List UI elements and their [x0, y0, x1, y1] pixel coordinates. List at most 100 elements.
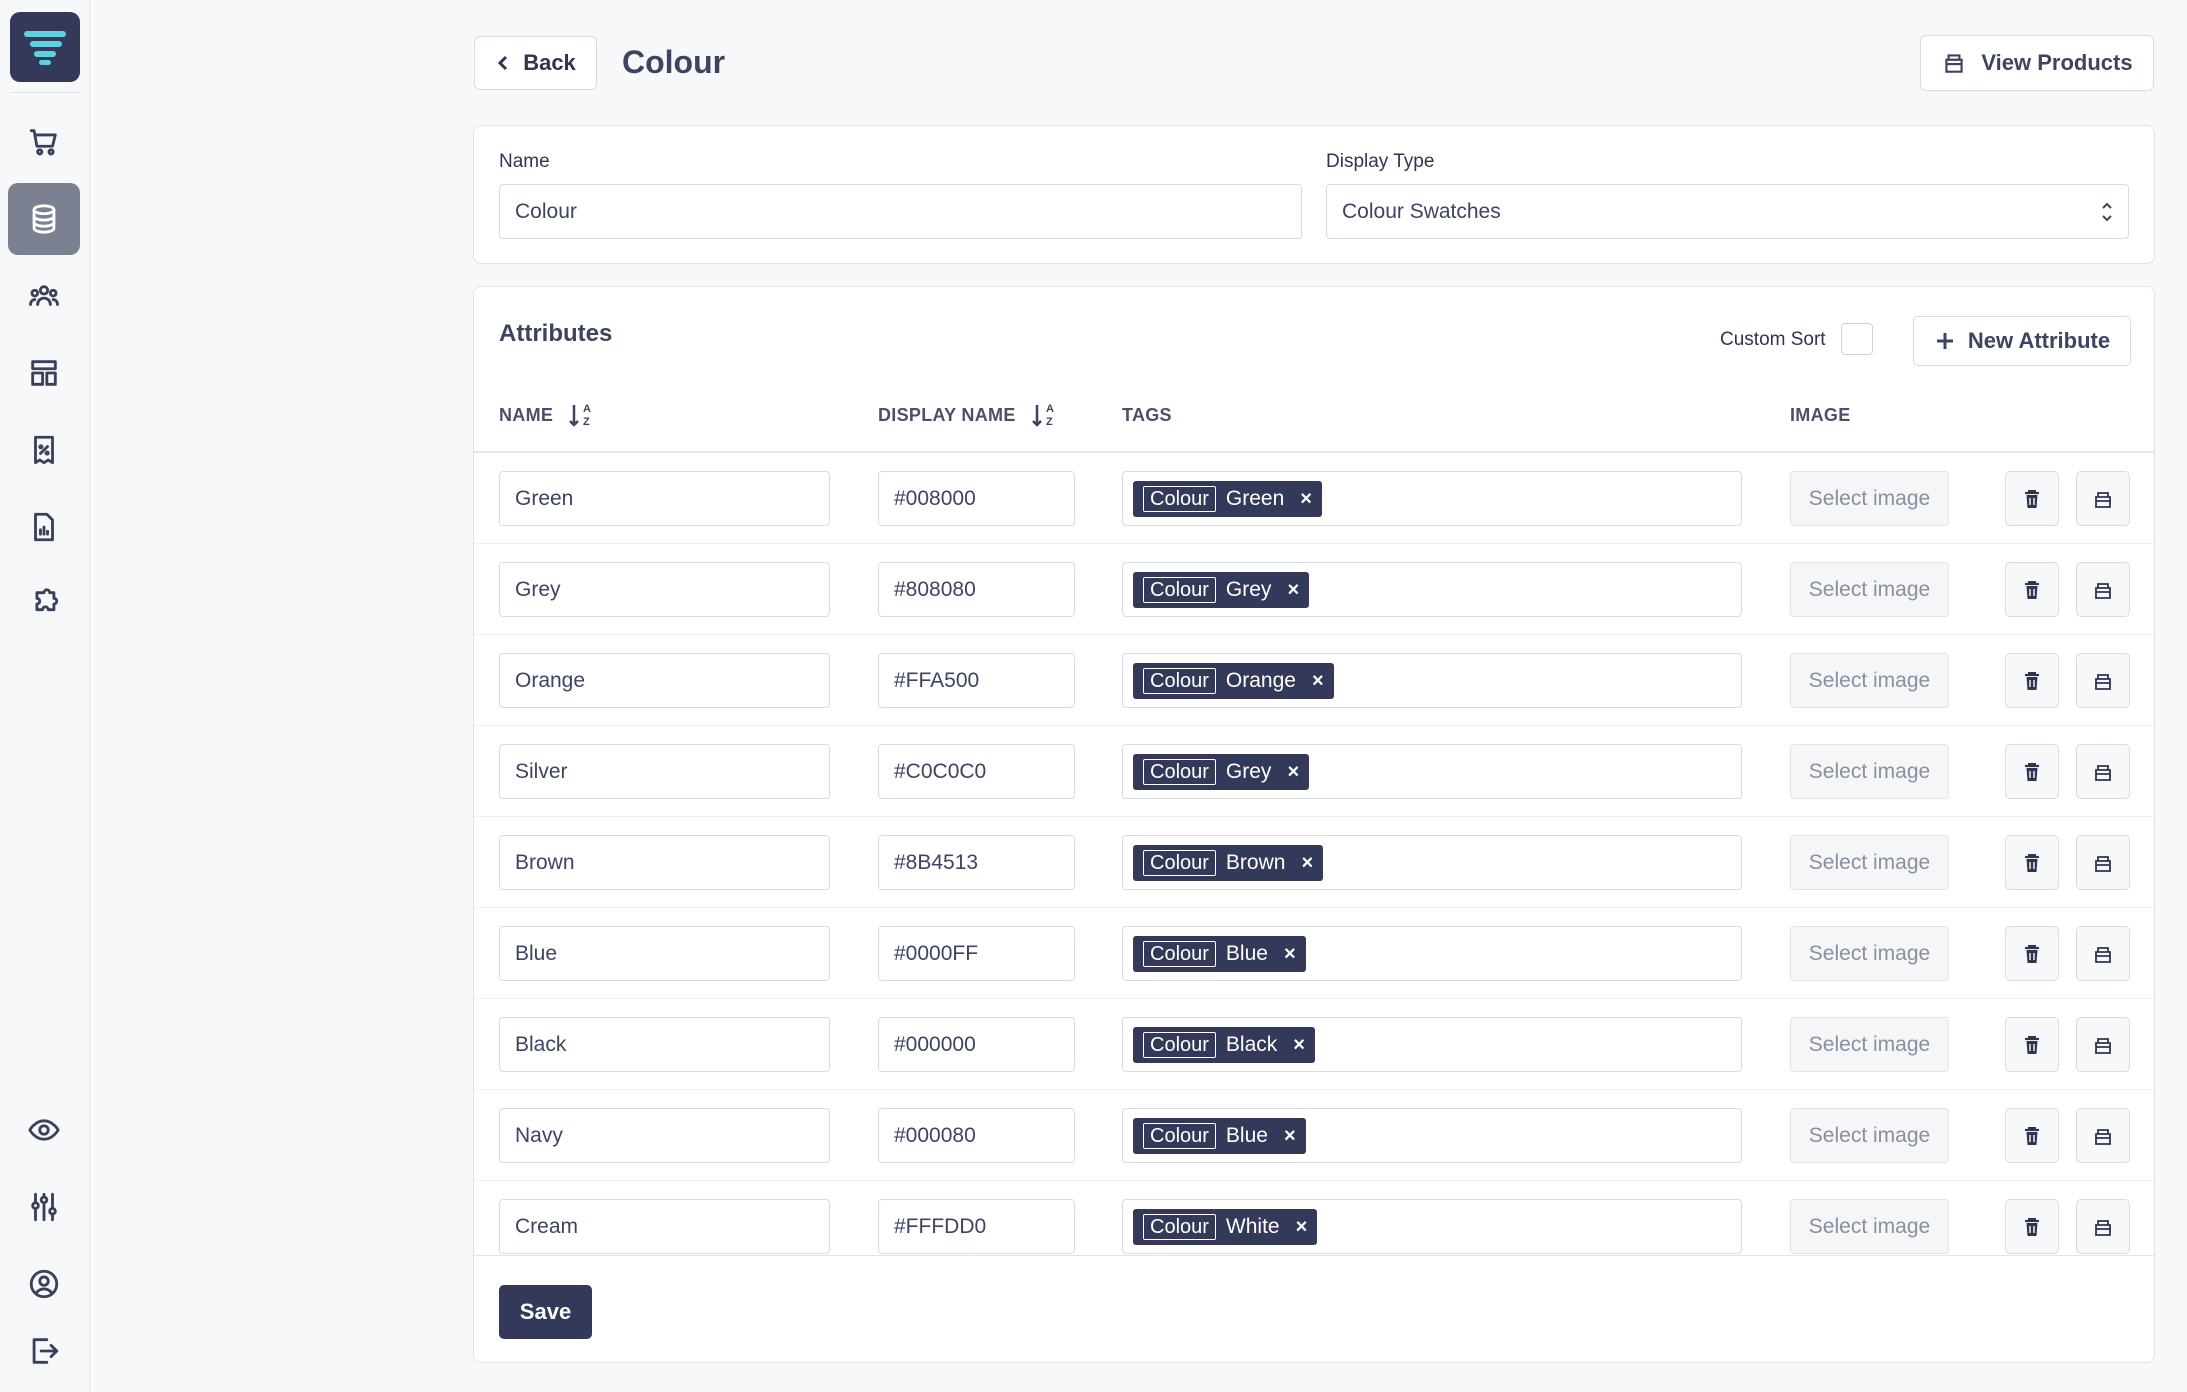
column-header-display-name-label: DISPLAY NAME	[878, 404, 1016, 425]
sidebar-item-discounts[interactable]	[8, 414, 80, 486]
attribute-display-name-input[interactable]: #FFA500	[878, 653, 1075, 708]
column-header-name[interactable]: NAME AZ	[499, 400, 595, 430]
tags-input[interactable]: Colour Grey ×	[1122, 744, 1742, 799]
attribute-display-name-input[interactable]: #008000	[878, 471, 1075, 526]
name-input[interactable]: Colour	[499, 184, 1302, 239]
remove-tag-icon[interactable]: ×	[1284, 1125, 1296, 1148]
attribute-products-button[interactable]	[2076, 744, 2130, 799]
attribute-products-button[interactable]	[2076, 653, 2130, 708]
app-logo[interactable]	[10, 12, 80, 82]
attribute-products-button[interactable]	[2076, 1108, 2130, 1163]
display-type-value: Colour Swatches	[1342, 199, 1501, 223]
attribute-display-name-input[interactable]: #000080	[878, 1108, 1075, 1163]
remove-tag-icon[interactable]: ×	[1301, 852, 1313, 875]
delete-attribute-button[interactable]	[2005, 1108, 2059, 1163]
remove-tag-icon[interactable]: ×	[1296, 1216, 1308, 1239]
attribute-display-name-input[interactable]: #808080	[878, 562, 1075, 617]
select-image-button[interactable]: Select image	[1790, 1017, 1949, 1072]
tags-input[interactable]: Colour Grey ×	[1122, 562, 1742, 617]
delete-attribute-button[interactable]	[2005, 562, 2059, 617]
svg-text:Z: Z	[583, 416, 590, 428]
attribute-name-input[interactable]: Brown	[499, 835, 830, 890]
attribute-products-button[interactable]	[2076, 471, 2130, 526]
attribute-name-input[interactable]: Black	[499, 1017, 830, 1072]
select-image-button[interactable]: Select image	[1790, 1108, 1949, 1163]
delete-attribute-button[interactable]	[2005, 653, 2059, 708]
sidebar-item-catalog[interactable]	[8, 183, 80, 255]
attribute-name-input[interactable]: Orange	[499, 653, 830, 708]
sidebar-item-settings[interactable]	[8, 1171, 80, 1243]
attribute-name-input[interactable]: Green	[499, 471, 830, 526]
tags-input[interactable]: Colour Green ×	[1122, 471, 1742, 526]
select-image-button[interactable]: Select image	[1790, 835, 1949, 890]
sidebar-item-reports[interactable]	[8, 491, 80, 563]
tags-input[interactable]: Colour Blue ×	[1122, 1108, 1742, 1163]
select-image-button[interactable]: Select image	[1790, 1199, 1949, 1254]
remove-tag-icon[interactable]: ×	[1312, 670, 1324, 693]
tag-category: Colour	[1143, 577, 1216, 603]
custom-sort-checkbox[interactable]	[1841, 323, 1873, 355]
attribute-display-name-input[interactable]: #C0C0C0	[878, 744, 1075, 799]
select-image-button[interactable]: Select image	[1790, 471, 1949, 526]
attribute-name-input[interactable]: Blue	[499, 926, 830, 981]
tag-chip: Colour White ×	[1133, 1209, 1318, 1245]
attribute-products-button[interactable]	[2076, 562, 2130, 617]
attribute-products-button[interactable]	[2076, 835, 2130, 890]
svg-text:A: A	[583, 403, 591, 415]
attribute-products-button[interactable]	[2076, 1199, 2130, 1254]
attribute-products-button[interactable]	[2076, 926, 2130, 981]
delete-attribute-button[interactable]	[2005, 926, 2059, 981]
sidebar-item-customers[interactable]	[8, 260, 80, 332]
display-type-select[interactable]: Colour Swatches	[1326, 184, 2129, 239]
attribute-display-name-input[interactable]: #8B4513	[878, 835, 1075, 890]
delete-attribute-button[interactable]	[2005, 471, 2059, 526]
tag-chip: Colour Grey ×	[1133, 754, 1310, 790]
attribute-name-input[interactable]: Grey	[499, 562, 830, 617]
tags-input[interactable]: Colour Black ×	[1122, 1017, 1742, 1072]
view-products-button[interactable]: View Products	[1920, 35, 2154, 91]
attribute-display-name-input[interactable]: #0000FF	[878, 926, 1075, 981]
select-image-button[interactable]: Select image	[1790, 926, 1949, 981]
attribute-name-input[interactable]: Cream	[499, 1199, 830, 1254]
delete-attribute-button[interactable]	[2005, 744, 2059, 799]
new-attribute-button[interactable]: New Attribute	[1913, 316, 2131, 366]
sidebar-item-orders[interactable]	[8, 106, 80, 178]
remove-tag-icon[interactable]: ×	[1293, 1034, 1305, 1057]
sidebar-item-account[interactable]	[8, 1248, 80, 1320]
delete-attribute-button[interactable]	[2005, 835, 2059, 890]
select-image-button[interactable]: Select image	[1790, 653, 1949, 708]
attribute-name-input[interactable]: Silver	[499, 744, 830, 799]
discount-icon	[34, 435, 54, 465]
remove-tag-icon[interactable]: ×	[1287, 579, 1299, 602]
sidebar-item-logout[interactable]	[8, 1315, 80, 1387]
sort-az-icon: AZ	[1031, 403, 1054, 428]
sidebar-item-plugins[interactable]	[8, 568, 80, 640]
trash-icon	[2025, 1035, 2039, 1054]
tags-input[interactable]: Colour Brown ×	[1122, 835, 1742, 890]
tags-input[interactable]: Colour Blue ×	[1122, 926, 1742, 981]
logo-icon	[24, 31, 66, 65]
svg-text:Z: Z	[1046, 416, 1053, 428]
tags-input[interactable]: Colour White ×	[1122, 1199, 1742, 1254]
tags-input[interactable]: Colour Orange ×	[1122, 653, 1742, 708]
remove-tag-icon[interactable]: ×	[1300, 488, 1312, 511]
table-row: Orange #FFA500 Colour Orange × Select image	[474, 635, 2154, 726]
sidebar	[0, 0, 90, 1392]
attribute-products-button[interactable]	[2076, 1017, 2130, 1072]
attribute-display-name-input[interactable]: #000000	[878, 1017, 1075, 1072]
delete-attribute-button[interactable]	[2005, 1017, 2059, 1072]
column-header-display-name[interactable]: DISPLAY NAME AZ	[878, 400, 1058, 430]
remove-tag-icon[interactable]: ×	[1284, 943, 1296, 966]
sidebar-item-preview[interactable]	[8, 1094, 80, 1166]
tag-chip: Colour Brown ×	[1133, 845, 1324, 881]
remove-tag-icon[interactable]: ×	[1287, 761, 1299, 784]
logout-icon	[32, 1338, 59, 1364]
attribute-name-input[interactable]: Navy	[499, 1108, 830, 1163]
select-image-button[interactable]: Select image	[1790, 562, 1949, 617]
delete-attribute-button[interactable]	[2005, 1199, 2059, 1254]
attribute-display-name-input[interactable]: #FFFDD0	[878, 1199, 1075, 1254]
sidebar-item-content[interactable]	[8, 337, 80, 409]
select-image-button[interactable]: Select image	[1790, 744, 1949, 799]
back-button[interactable]: Back	[474, 36, 597, 90]
save-button[interactable]: Save	[499, 1285, 592, 1339]
